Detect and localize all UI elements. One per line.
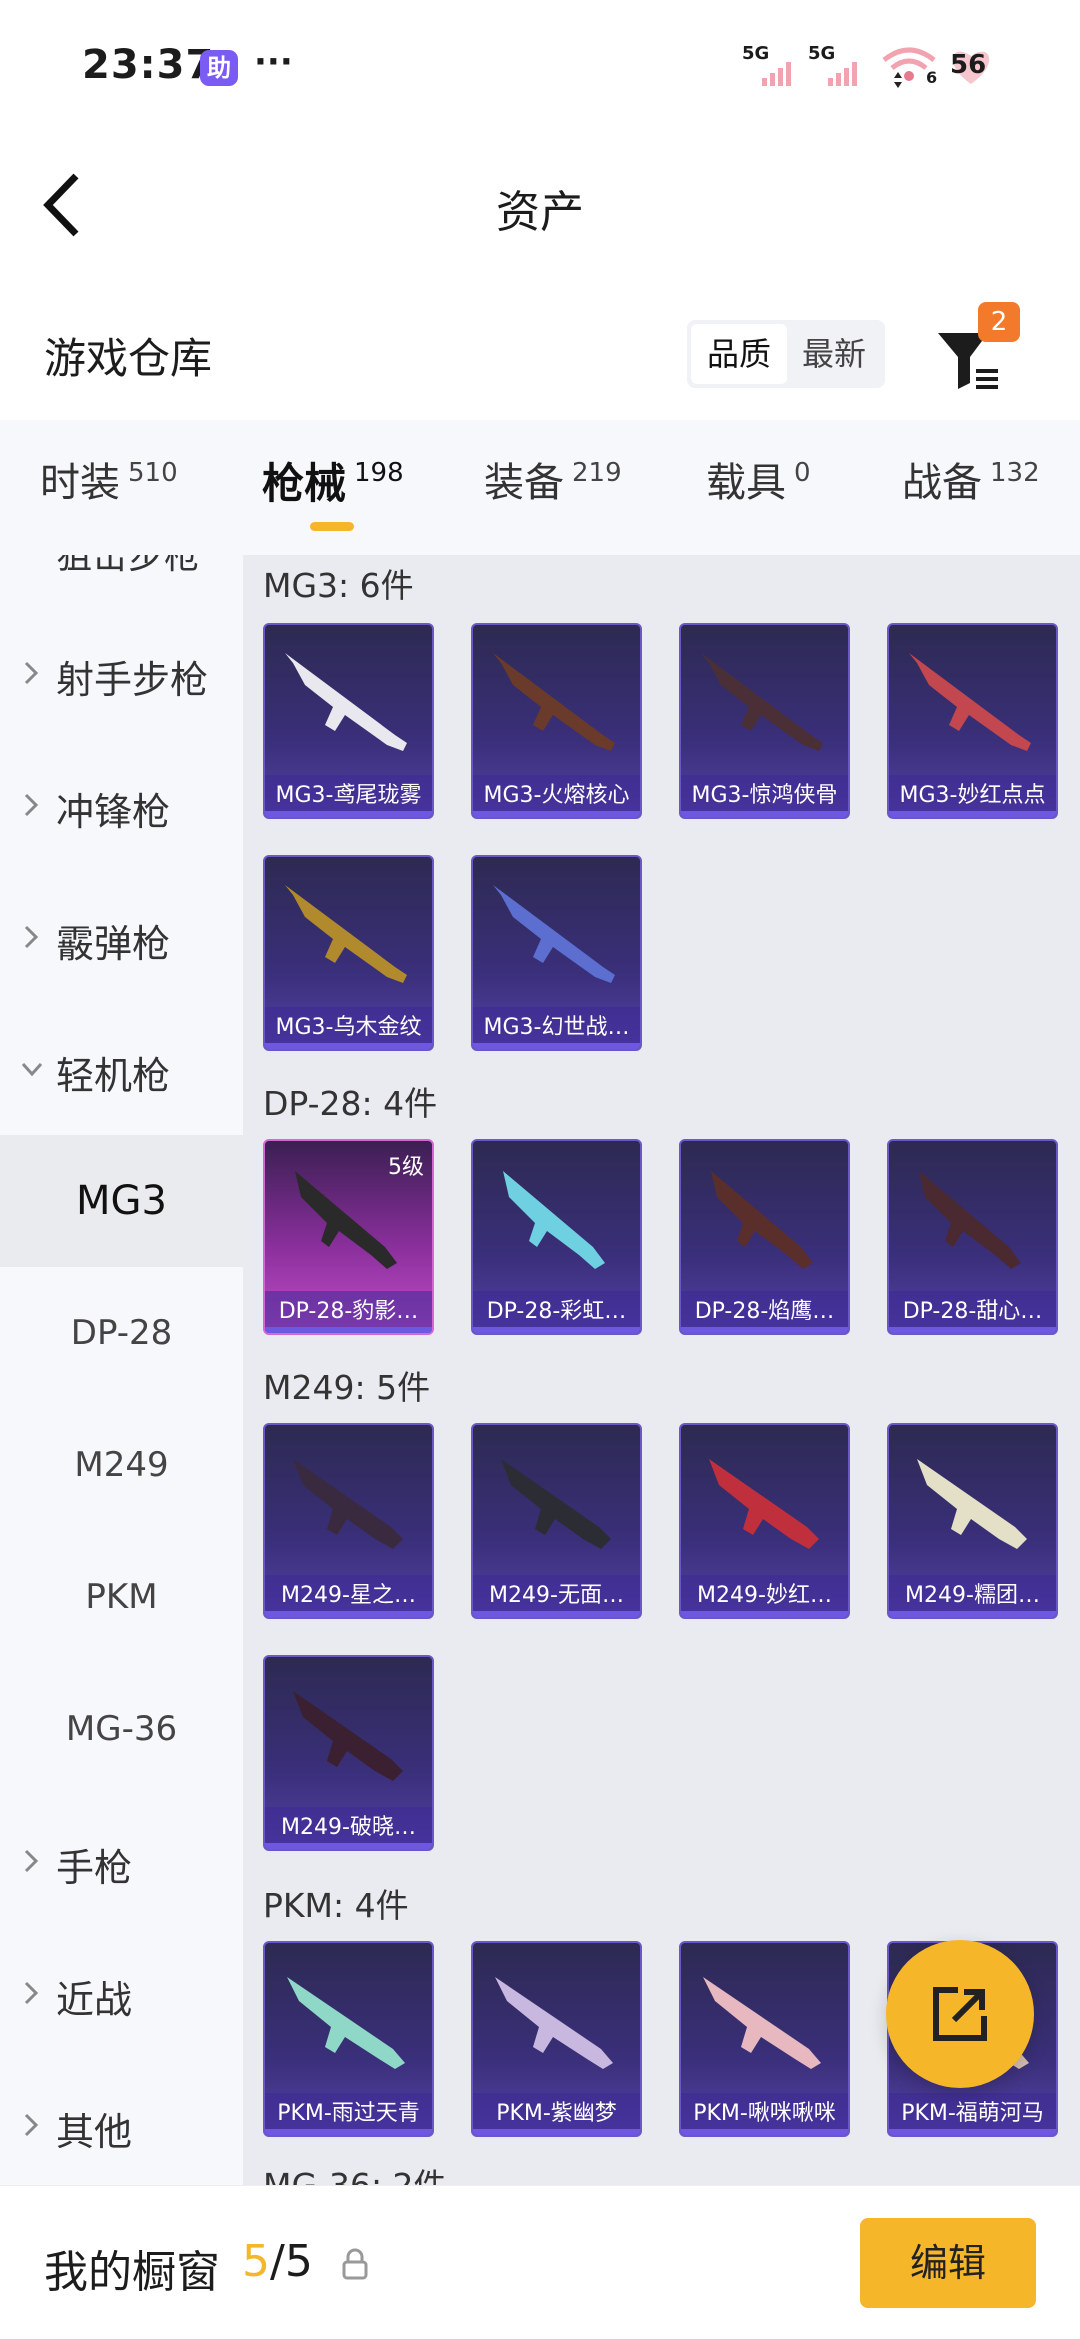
sidebar-item-smg[interactable]: 冲锋枪 [0,739,243,871]
weapon-card[interactable]: M249-无面… [471,1423,642,1619]
sidebar-sub-mg3[interactable]: MG3 [0,1135,243,1267]
battery-icon: 56 [944,40,998,90]
weapon-card[interactable]: M249-妙红… [679,1423,850,1619]
sidebar-sub-mg36[interactable]: MG-36 [0,1663,243,1795]
chevron-down-icon [22,1062,42,1077]
share-fab[interactable] [886,1940,1034,2088]
weapon-card[interactable]: MG3-乌木金纹 [263,855,434,1051]
more-notifications-icon: ··· [254,42,293,82]
lock-icon [342,2248,368,2280]
clock: 23:37 [82,42,215,88]
chevron-right-icon [24,793,39,817]
showcase-count: 5/5 [242,2236,313,2287]
weapon-card[interactable]: MG3-鸢尾珑雾 [263,623,434,819]
section-heading: 游戏仓库 [44,334,213,383]
weapon-card[interactable]: M249-星之… [263,1423,434,1619]
weapon-card[interactable]: M249-破晓… [263,1655,434,1851]
weapon-card[interactable]: DP-28-甜心… [887,1139,1058,1335]
weapon-card[interactable]: 5级 DP-28-豹影… [263,1139,434,1335]
signal-icon: 5G [806,40,862,90]
page-title: 资产 [496,187,584,238]
chevron-right-icon [24,1849,39,1873]
sidebar-sub-pkm[interactable]: PKM [0,1531,243,1663]
edit-button[interactable]: 编辑 [860,2218,1036,2308]
weapon-card[interactable]: MG3-幻世战… [471,855,642,1051]
status-bar: 23:37 助 ··· 5G 5G 6 56 [0,0,1080,130]
external-link-icon [933,1987,987,2041]
signal-icon: 5G [740,40,796,90]
category-tabs: 时装 510 枪械 198 装备 219 载具 0 战备 132 [0,420,1080,555]
weapon-card[interactable]: PKM-紫幽梦 [471,1941,642,2137]
showcase-bar: 我的橱窗 5/5 编辑 [0,2185,1080,2339]
tab-firearms[interactable]: 枪械 198 [262,450,404,530]
showcase-label: 我的橱窗 [44,2247,220,2298]
sidebar-item-lmg[interactable]: 轻机枪 [0,1003,243,1135]
section-title-dp28: DP-28: 4件 [263,1084,438,1123]
tab-equipment[interactable]: 装备 219 [484,450,622,530]
tab-fashion[interactable]: 时装 510 [40,450,178,530]
section-title-mg3: MG3: 6件 [263,566,414,605]
tab-tactical[interactable]: 战备 132 [902,450,1040,530]
sidebar-item-partial[interactable]: 狙击步枪 [56,555,200,579]
weapon-card[interactable]: DP-28-彩虹… [471,1139,642,1335]
chevron-right-icon [24,661,39,685]
sidebar-item-melee[interactable]: 近战 [0,1927,243,2059]
sort-quality-button[interactable]: 品质 [691,324,787,384]
weapon-card[interactable]: MG3-惊鸿侠骨 [679,623,850,819]
sidebar-item-marksman[interactable]: 射手步枪 [0,607,243,739]
weapon-card[interactable]: MG3-火熔核心 [471,623,642,819]
sort-toggle: 品质 最新 [687,320,885,388]
weapon-card[interactable]: DP-28-焰鹰… [679,1139,850,1335]
sidebar-item-shotgun[interactable]: 霰弹枪 [0,871,243,1003]
weapon-card[interactable]: M249-糯团… [887,1423,1058,1619]
weapon-category-sidebar: 狙击步枪 射手步枪 冲锋枪 霰弹枪 轻机枪 MG3 DP-28 M249 PKM… [0,555,243,2185]
section-title-mg36: MG-36: 2件 [263,2159,447,2185]
chevron-right-icon [24,925,39,949]
weapon-card[interactable]: PKM-啾咪啾咪 [679,1941,850,2137]
chevron-right-icon [24,2113,39,2137]
tab-vehicles[interactable]: 载具 0 [706,450,811,530]
section-title-pkm: PKM: 4件 [263,1886,409,1925]
sidebar-sub-m249[interactable]: M249 [0,1399,243,1531]
sort-latest-button[interactable]: 最新 [787,324,881,384]
assistant-badge-icon: 助 [200,50,238,86]
sidebar-sub-dp28[interactable]: DP-28 [0,1267,243,1399]
sidebar-item-other[interactable]: 其他 [0,2059,243,2185]
section-title-m249: M249: 5件 [263,1368,431,1407]
sidebar-item-pistol[interactable]: 手枪 [0,1795,243,1927]
active-tab-indicator [310,522,354,531]
weapon-card[interactable]: PKM-雨过天青 [263,1941,434,2137]
wifi-icon: 6 [880,44,938,88]
chevron-right-icon [24,1981,39,2005]
nav-header: 资产 [0,140,1080,270]
weapon-card[interactable]: MG3-妙红点点 [887,623,1058,819]
filter-count-badge: 2 [978,302,1020,342]
